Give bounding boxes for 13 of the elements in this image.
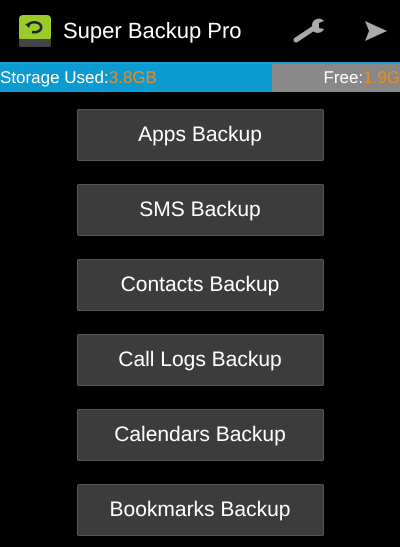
app-title: Super Backup Pro [63, 18, 243, 44]
backup-button[interactable]: Call Logs Backup [76, 334, 324, 386]
backup-button[interactable]: Contacts Backup [76, 259, 324, 311]
send-icon[interactable] [364, 20, 388, 42]
storage-free-label: Free: [323, 68, 364, 88]
backup-button[interactable]: Bookmarks Backup [76, 484, 324, 536]
storage-free-value: 1.9G [363, 68, 400, 88]
storage-used-value: 3.8GB [108, 68, 157, 88]
storage-used-label: Storage Used: [0, 68, 109, 88]
app-logo-icon [17, 13, 53, 49]
backup-button[interactable]: SMS Backup [76, 184, 324, 236]
backup-button[interactable]: Apps Backup [76, 109, 324, 161]
backup-button[interactable]: Calendars Backup [76, 409, 324, 461]
